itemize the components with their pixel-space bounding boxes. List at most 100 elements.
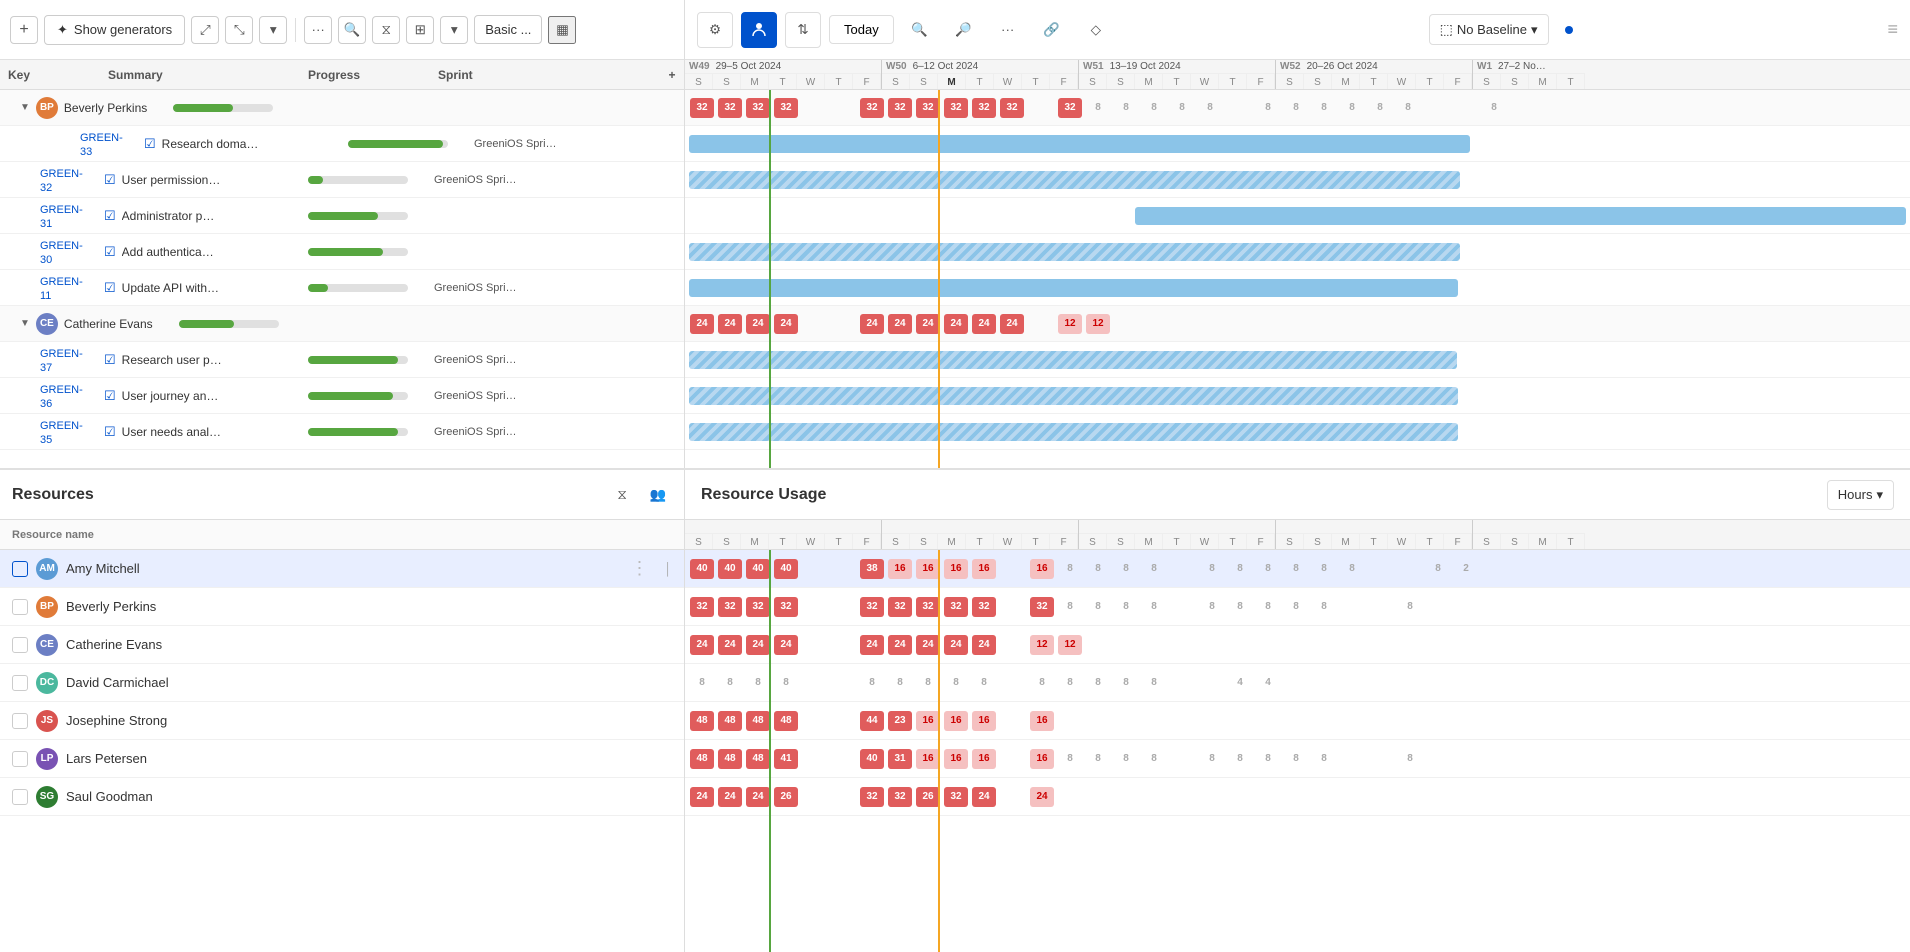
hours-button[interactable]: Hours ▾	[1827, 480, 1894, 510]
checkbox-icon-31: ☑	[104, 208, 116, 224]
resource-vline	[769, 550, 771, 952]
key-header: Key	[0, 68, 100, 82]
task-row-green32[interactable]: GREEN-32 ☑ User permission… GreeniOS Spr…	[0, 162, 684, 198]
more-actions-amy[interactable]: ⋮	[631, 558, 649, 579]
search-button[interactable]: 🔍	[338, 16, 366, 44]
task-row-green35[interactable]: GREEN-35 ☑ User needs anal… GreeniOS Spr…	[0, 414, 684, 450]
filter-button[interactable]: ⧖	[372, 16, 400, 44]
gantt-row-green37	[685, 342, 1910, 378]
table-body: ▼ BP Beverly Perkins GREEN-33 ☑ Research…	[0, 90, 684, 468]
task-row-green30[interactable]: GREEN-30 ☑ Add authentica…	[0, 234, 684, 270]
resources-manage-button[interactable]: 👥	[644, 481, 672, 509]
key-link-green35[interactable]: GREEN-35	[40, 420, 83, 446]
gantt-arrange-button[interactable]: ⇅	[785, 12, 821, 48]
resource-item-lars[interactable]: LP Lars Petersen	[0, 740, 684, 778]
gantt-link-button[interactable]: 🔗	[1034, 12, 1070, 48]
resource-col-header: Resource name	[0, 520, 684, 550]
expand-button[interactable]: ⤢	[191, 16, 219, 44]
week-start-line	[769, 90, 771, 468]
gantt-person-button[interactable]	[741, 12, 777, 48]
basic-view-button[interactable]: Basic ...	[474, 15, 542, 44]
layout-button[interactable]: ⊞	[406, 16, 434, 44]
sprint-11: GreeniOS Spri…	[430, 282, 684, 294]
table-header: Key Summary Progress Sprint +	[0, 60, 684, 90]
key-link-green11[interactable]: GREEN-11	[40, 276, 83, 302]
gantt-more-button[interactable]: ···	[990, 12, 1026, 48]
resource-usage-header: Resource Usage Hours ▾	[685, 470, 1910, 520]
collapse-catherine[interactable]: ▼	[20, 318, 30, 329]
resource-item-saul[interactable]: SG Saul Goodman	[0, 778, 684, 816]
checkbox-icon-30: ☑	[104, 244, 116, 260]
key-link-green31[interactable]: GREEN-31	[40, 204, 83, 230]
resource-item-josephine[interactable]: JS Josephine Strong	[0, 702, 684, 740]
resource-row-amy: 40404040 3816161616 16 8888 888888 8 2	[685, 550, 1910, 588]
key-link-green36[interactable]: GREEN-36	[40, 384, 83, 410]
resources-title: Resources	[12, 486, 600, 504]
add-col-header[interactable]: +	[660, 68, 684, 82]
summary-text-31: Administrator p…	[122, 209, 215, 223]
resource-name-amy: Amy Mitchell	[66, 561, 140, 576]
chart-button[interactable]: ▦	[548, 16, 576, 44]
task-row-green36[interactable]: GREEN-36 ☑ User journey an… GreeniOS Spr…	[0, 378, 684, 414]
person-row-catherine[interactable]: ▼ CE Catherine Evans	[0, 306, 684, 342]
resource-name-lars: Lars Petersen	[66, 751, 147, 766]
no-baseline-btn[interactable]: ⬚ No Baseline ▾	[1429, 14, 1549, 45]
summary-text-11: Update API with…	[122, 281, 219, 295]
checkbox-saul[interactable]	[12, 789, 28, 805]
summary-header: Summary	[100, 68, 300, 82]
task-row-green31[interactable]: GREEN-31 ☑ Administrator p…	[0, 198, 684, 234]
resource-name-catherine: Catherine Evans	[66, 637, 162, 652]
gantt-settings-button[interactable]: ⚙	[697, 12, 733, 48]
gantt-person-row-catherine: 24242424 242424242424 1212	[685, 306, 1910, 342]
checkbox-icon-32: ☑	[104, 172, 116, 188]
summary-text-32: User permission…	[122, 173, 221, 187]
resource-row-david: 8888 88888 88888 44	[685, 664, 1910, 702]
sprint-header: Sprint	[430, 68, 660, 82]
avatar-catherine-res: CE	[36, 634, 58, 656]
week-w50: W50 6–12 Oct 2024 SSMTWTF	[882, 60, 1079, 89]
checkbox-david[interactable]	[12, 675, 28, 691]
add-button[interactable]: +	[10, 16, 38, 44]
more-button[interactable]: ···	[304, 16, 332, 44]
resource-item-catherine[interactable]: CE Catherine Evans	[0, 626, 684, 664]
gantt-zoom-out-button[interactable]: 🔎	[946, 12, 982, 48]
gantt-row-green31	[685, 198, 1910, 234]
task-row-green37[interactable]: GREEN-37 ☑ Research user p… GreeniOS Spr…	[0, 342, 684, 378]
task-row-green11[interactable]: GREEN-11 ☑ Update API with… GreeniOS Spr…	[0, 270, 684, 306]
gantt-person-row-beverly: 32323232 323232323232 32 88888 888888 8	[685, 90, 1910, 126]
chevron-down-icon: ▾	[1531, 22, 1538, 38]
resource-item-beverly[interactable]: BP Beverly Perkins	[0, 588, 684, 626]
key-link-green30[interactable]: GREEN-30	[40, 240, 83, 266]
task-row-green33[interactable]: GREEN-33 ☑ Research doma… GreeniOS Spri…	[0, 126, 684, 162]
resource-item-david[interactable]: DC David Carmichael	[0, 664, 684, 702]
sprint-36: GreeniOS Spri…	[430, 390, 684, 402]
checkbox-lars[interactable]	[12, 751, 28, 767]
avatar-david: DC	[36, 672, 58, 694]
show-generators-button[interactable]: ✦ Show generators	[44, 15, 185, 45]
gantt-row-green32	[685, 162, 1910, 198]
gantt-today-button[interactable]: Today	[829, 15, 894, 44]
resource-name-josephine: Josephine Strong	[66, 713, 167, 728]
checkbox-beverly[interactable]	[12, 599, 28, 615]
key-link-green32[interactable]: GREEN-32	[40, 168, 83, 194]
gantt-diamond-button[interactable]: ◇	[1078, 12, 1114, 48]
collapse-button[interactable]: ⤡	[225, 16, 253, 44]
gantt-zoom-in-button[interactable]: 🔍	[902, 12, 938, 48]
avatar-beverly: BP	[36, 97, 58, 119]
progress-header: Progress	[300, 68, 430, 82]
collapse-beverly[interactable]: ▼	[20, 102, 30, 113]
key-link-green33[interactable]: GREEN-33	[80, 132, 123, 158]
layout-arrow-button[interactable]: ▾	[440, 16, 468, 44]
resource-name-saul: Saul Goodman	[66, 789, 153, 804]
person-name-catherine: Catherine Evans	[64, 317, 153, 331]
resources-filter-button[interactable]: ⧖	[608, 481, 636, 509]
person-row-beverly[interactable]: ▼ BP Beverly Perkins	[0, 90, 684, 126]
checkbox-icon-36: ☑	[104, 388, 116, 404]
resource-item-amy[interactable]: AM Amy Mitchell ⋮ │	[0, 550, 684, 588]
expand-arrow-button[interactable]: ▾	[259, 16, 287, 44]
checkbox-josephine[interactable]	[12, 713, 28, 729]
checkbox-catherine[interactable]	[12, 637, 28, 653]
checkbox-amy[interactable]	[12, 561, 28, 577]
week-w51: W51 13–19 Oct 2024 SSMTWTF	[1079, 60, 1276, 89]
key-link-green37[interactable]: GREEN-37	[40, 348, 83, 374]
